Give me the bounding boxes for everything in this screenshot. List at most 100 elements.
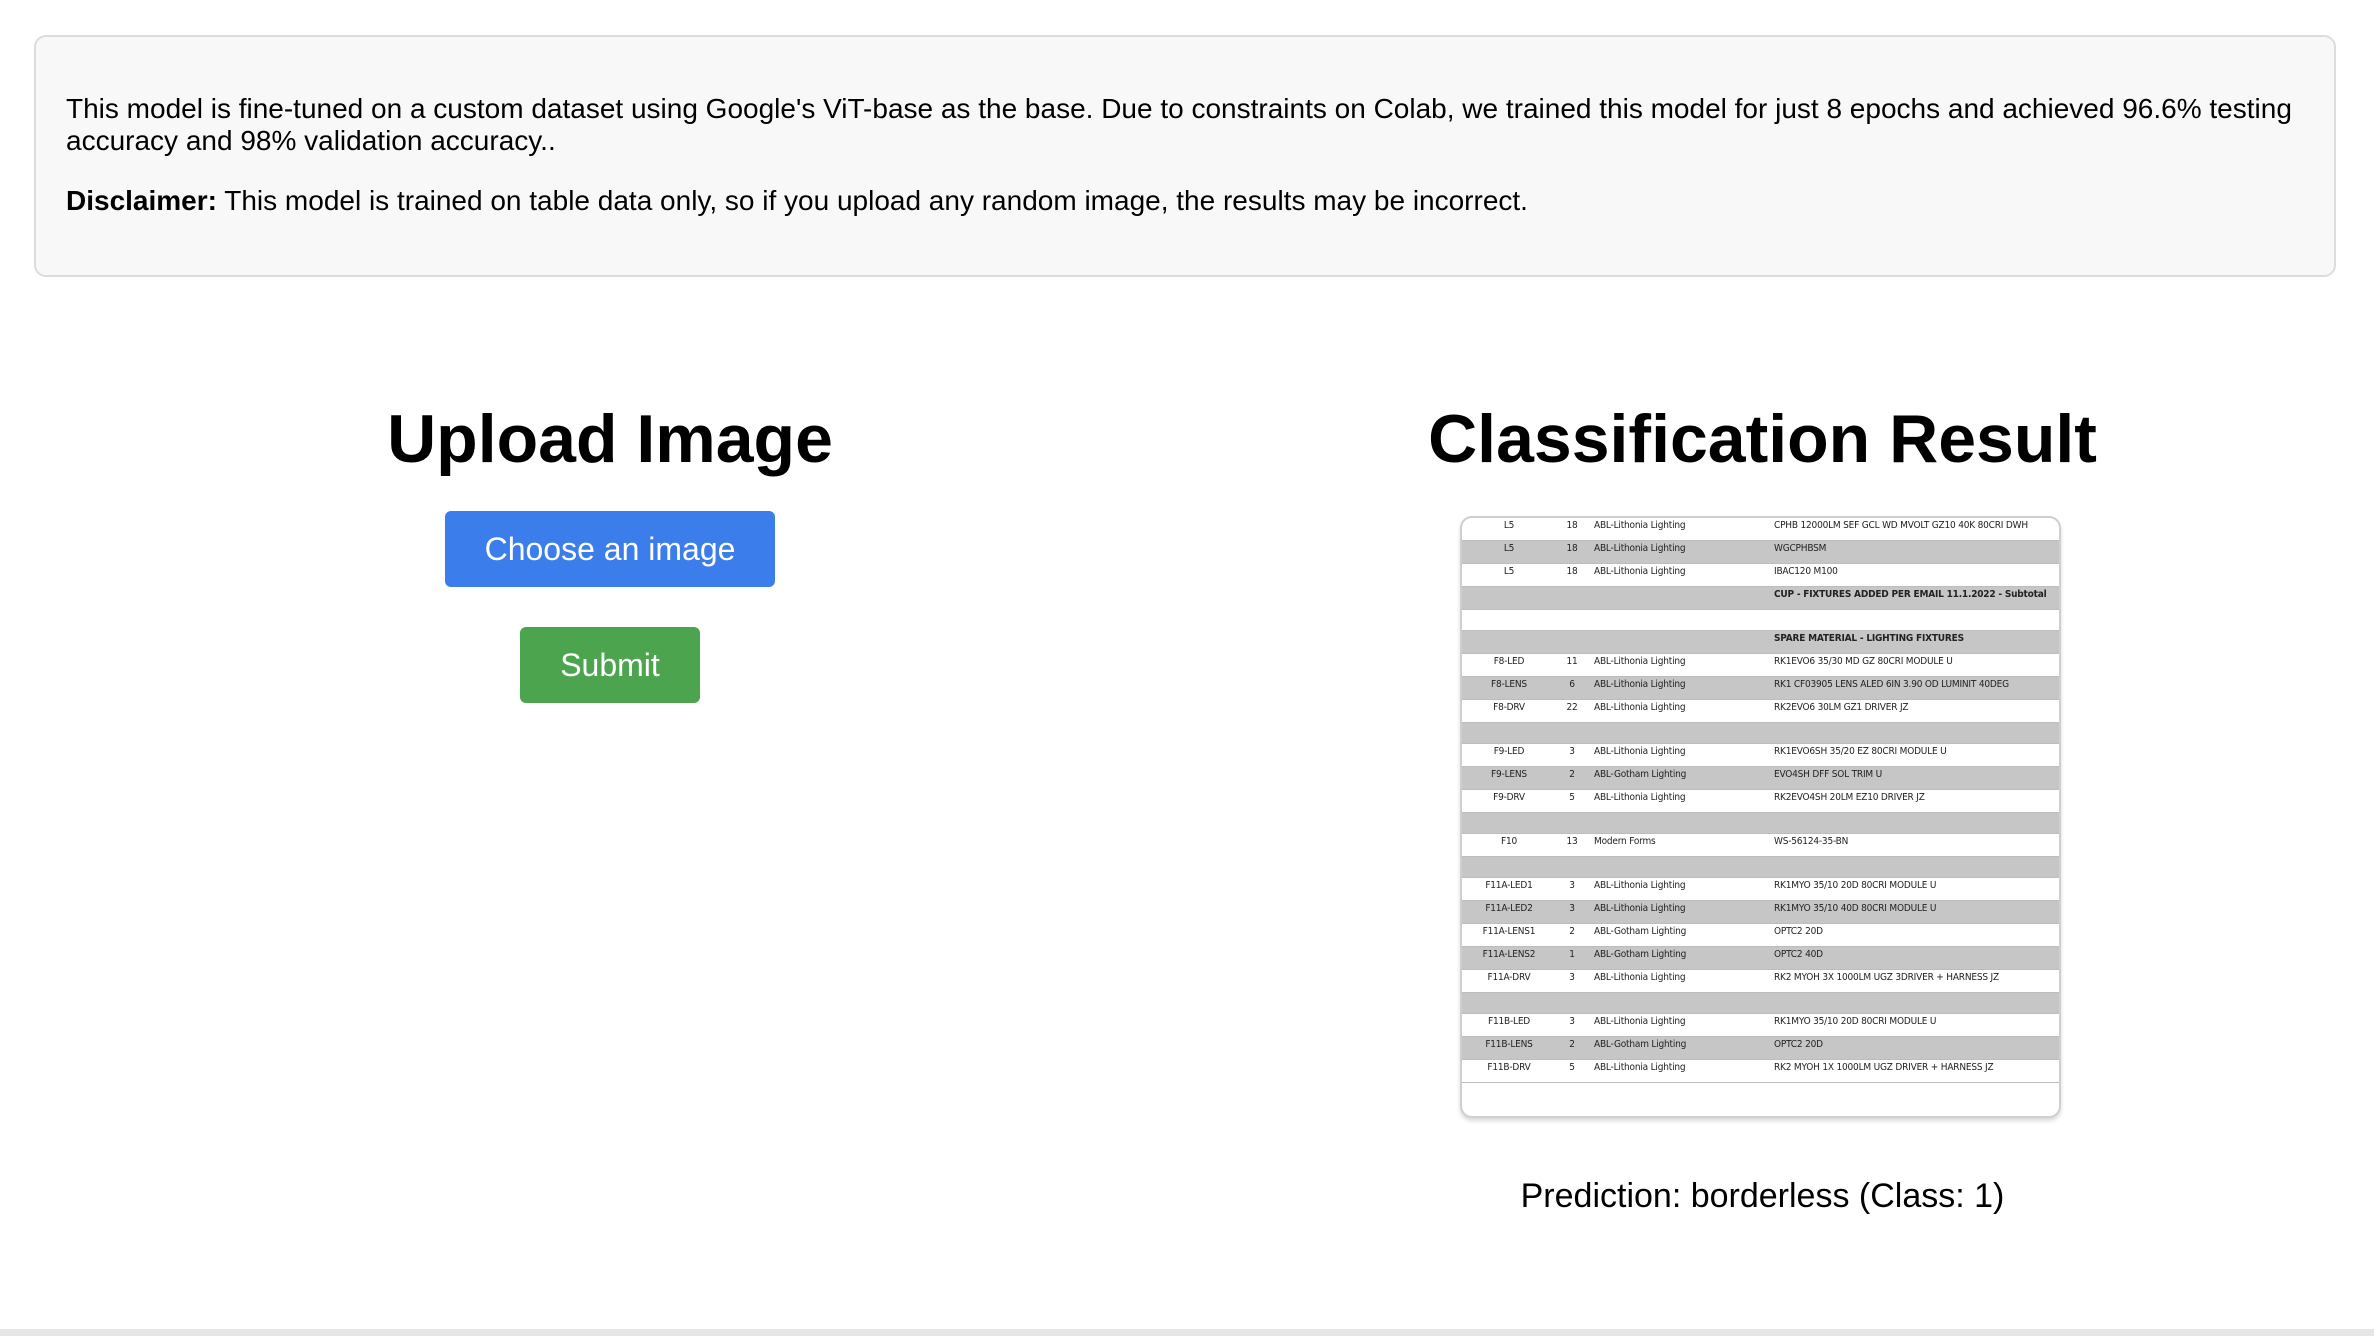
table-cell: 6 [1554,676,1590,700]
table-row [1462,812,2059,834]
table-row: F9-LED 3 ABL-Lithonia Lighting RK1EVO6SH 35… [1462,743,2059,767]
table-cell: F11B-LED [1462,1013,1554,1037]
disclaimer-label: Disclaimer: [66,185,217,216]
table-cell: 11 [1554,653,1590,677]
upload-section: Upload Image Choose an image Submit [0,395,1220,703]
prediction-text: Prediction: borderless (Class: 1) [1520,1177,2005,1215]
result-title: Classification Result [1428,401,2097,477]
table-cell: F11A-LED2 [1462,900,1554,924]
table-cell: 22 [1554,699,1590,723]
table-row: F11A-LED2 3 ABL-Lithonia Lighting RK1MYO 35… [1462,900,2059,924]
table-cell: EVO4SH DFF SOL TRIM U [1770,766,2059,790]
table-cell: RK2EVO4SH 20LM EZ10 DRIVER JZ [1770,789,2059,813]
model-info-panel: This model is fine-tuned on a custom dat… [34,35,2336,277]
table-cell [1590,722,1770,744]
table-cell [1590,609,1770,631]
disclaimer-text: This model is trained on table data only… [216,185,1528,216]
table-cell: ABL-Lithonia Lighting [1590,789,1770,813]
table-cell: ABL-Lithonia Lighting [1590,877,1770,901]
table-cell: RK2EVO6 30LM GZ1 DRIVER JZ [1770,699,2059,723]
table-row: F11A-LED1 3 ABL-Lithonia Lighting RK1MYO 35… [1462,877,2059,901]
table-row: F9-LENS 2 ABL-Gotham Lighting EVO4SH DFF SO… [1462,766,2059,790]
table-cell: L5 [1462,540,1554,564]
table-cell: 5 [1554,1059,1590,1083]
table-cell [1770,856,2059,878]
table-row: F8-DRV 22 ABL-Lithonia Lighting RK2EVO6 30L… [1462,699,2059,723]
table-cell: 3 [1554,900,1590,924]
table-cell: WS-56124-35-BN [1770,833,2059,857]
table-row: L5 18 ABL-Lithonia Lighting CPHB 12000LM SE… [1462,518,2059,541]
table-cell: RK2 MYOH 1X 1000LM UGZ DRIVER + HARNESS … [1770,1059,2059,1083]
table-row: F11B-LENS 2 ABL-Gotham Lighting OPTC2 20D [1462,1036,2059,1060]
table-cell [1590,992,1770,1014]
table-row: F10 13 Modern Forms WS-56124-35-BN [1462,833,2059,857]
table-row: F11A-LENS2 1 ABL-Gotham Lighting OPTC2 40D [1462,946,2059,970]
table-cell: ABL-Gotham Lighting [1590,923,1770,947]
table-cell: OPTC2 40D [1770,946,2059,970]
table-cell: 2 [1554,766,1590,790]
table-cell [1462,812,1554,834]
submit-button[interactable]: Submit [520,627,700,703]
choose-image-button[interactable]: Choose an image [445,511,775,587]
table-cell: L5 [1462,563,1554,587]
table-cell [1462,586,1554,610]
table-cell: 3 [1554,1013,1590,1037]
table-row: L5 18 ABL-Lithonia Lighting WGCPHBSM [1462,540,2059,564]
table-cell: F11B-LENS [1462,1036,1554,1060]
table-row: CUP - FIXTURES ADDED PER EMAIL 11.1.2022… [1462,586,2059,610]
table-cell: 13 [1554,833,1590,857]
model-description: This model is fine-tuned on a custom dat… [66,93,2292,156]
table-cell: RK1EVO6 35/30 MD GZ 80CRI MODULE U [1770,653,2059,677]
table-cell: SPARE MATERIAL - LIGHTING FIXTURES [1770,630,2059,654]
table-cell: ABL-Lithonia Lighting [1590,563,1770,587]
table-cell: F9-LENS [1462,766,1554,790]
table-cell [1462,856,1554,878]
table-cell: ABL-Lithonia Lighting [1590,1059,1770,1083]
table-cell: 3 [1554,743,1590,767]
table-row [1462,722,2059,744]
table-cell: F8-LED [1462,653,1554,677]
table-row [1462,856,2059,878]
table-cell: 3 [1554,877,1590,901]
table-row: F11B-DRV 5 ABL-Lithonia Lighting RK2 MYOH 1… [1462,1059,2059,1083]
table-cell: OPTC2 20D [1770,923,2059,947]
table-cell: ABL-Lithonia Lighting [1590,1013,1770,1037]
table-cell [1590,630,1770,654]
table-cell [1770,812,2059,834]
table-cell [1462,630,1554,654]
table-cell [1462,992,1554,1014]
table-cell: L5 [1462,518,1554,541]
table-cell: ABL-Lithonia Lighting [1590,653,1770,677]
table-cell: F10 [1462,833,1554,857]
table-cell [1590,812,1770,834]
table-cell: CPHB 12000LM SEF GCL WD MVOLT GZ10 40K 8… [1770,518,2059,541]
table-cell [1554,586,1590,610]
upload-title: Upload Image [387,401,833,477]
table-cell: ABL-Lithonia Lighting [1590,676,1770,700]
table-cell: ABL-Lithonia Lighting [1590,969,1770,993]
table-cell [1770,609,2059,631]
table-cell: IBAC120 M100 [1770,563,2059,587]
table-cell [1770,722,2059,744]
table-cell: 5 [1554,789,1590,813]
table-cell: F8-DRV [1462,699,1554,723]
table-cell [1590,856,1770,878]
table-cell: CUP - FIXTURES ADDED PER EMAIL 11.1.2022… [1770,586,2059,610]
classified-image-preview: L5 18 ABL-Lithonia Lighting CPHB 12000LM SE… [1460,516,2061,1118]
table-cell: RK1MYO 35/10 40D 80CRI MODULE U [1770,900,2059,924]
table-cell: F8-LENS [1462,676,1554,700]
table-row: F11A-LENS1 2 ABL-Gotham Lighting OPTC2 20D [1462,923,2059,947]
disclaimer: Disclaimer: This model is trained on tab… [66,185,2304,217]
table-cell: F11A-LENS1 [1462,923,1554,947]
table-row: L5 18 ABL-Lithonia Lighting IBAC120 M100 [1462,563,2059,587]
table-row [1462,609,2059,631]
table-cell [1554,992,1590,1014]
table-cell [1770,992,2059,1014]
table-row [1462,992,2059,1014]
table-cell [1462,722,1554,744]
table-cell: RK1MYO 35/10 20D 80CRI MODULE U [1770,877,2059,901]
result-section: Classification Result [1220,395,2305,483]
table-cell: F11A-LED1 [1462,877,1554,901]
table-cell: F11B-DRV [1462,1059,1554,1083]
table-cell: Modern Forms [1590,833,1770,857]
